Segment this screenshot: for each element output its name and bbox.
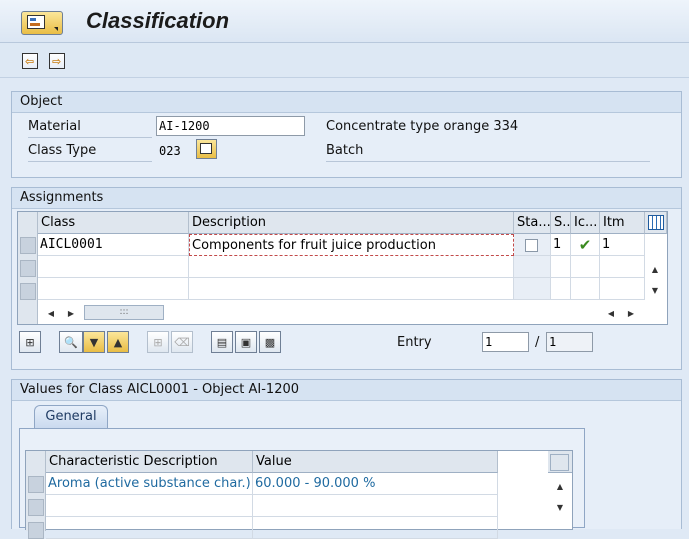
add-icon: ⊞ xyxy=(153,335,163,349)
row-selector[interactable] xyxy=(20,237,36,254)
horizontal-scrollbar-thumb[interactable]: ::: xyxy=(84,305,164,320)
column-header-characteristic[interactable]: Characteristic Description xyxy=(46,451,253,473)
page-title: Classification xyxy=(86,8,230,33)
table-row xyxy=(571,256,600,278)
entry-separator: / xyxy=(535,335,540,350)
delete-button[interactable]: ⌫ xyxy=(171,331,193,353)
table-settings-icon xyxy=(648,215,664,230)
table-row[interactable] xyxy=(38,256,189,278)
application-toolbar xyxy=(0,43,689,78)
table-row xyxy=(600,278,645,300)
scroll-right-icon[interactable]: ▶ xyxy=(64,306,78,320)
find-button[interactable]: 🔍 xyxy=(59,331,83,353)
class-type-description: Batch xyxy=(326,141,650,162)
class-type-label: Class Type xyxy=(28,141,152,162)
object-group-header: Object xyxy=(12,92,681,113)
cell-class[interactable]: AICL0001 xyxy=(38,234,189,256)
table-row[interactable] xyxy=(46,517,253,539)
system-menu-button[interactable] xyxy=(21,11,63,35)
column-header-icon[interactable]: Ic... xyxy=(571,212,600,234)
scroll-down-icon[interactable]: ▼ xyxy=(553,500,567,514)
previous-icon[interactable]: ⇦ xyxy=(22,53,38,69)
table-row xyxy=(571,278,600,300)
insert-row-button[interactable]: ⊞ xyxy=(19,331,41,353)
material-label: Material xyxy=(28,117,152,138)
column-header-value[interactable]: Value xyxy=(253,451,498,473)
table-settings-button[interactable] xyxy=(548,451,572,473)
scroll-up-icon[interactable]: ▲ xyxy=(553,479,567,493)
details-button[interactable]: ▩ xyxy=(259,331,281,353)
dropdown-arrow-icon xyxy=(54,27,58,31)
table-row[interactable] xyxy=(253,517,498,539)
cell-item: 1 xyxy=(600,234,645,256)
table-row xyxy=(514,256,551,278)
row-selector[interactable] xyxy=(20,283,36,300)
table-row xyxy=(551,278,571,300)
status-checkbox[interactable] xyxy=(525,239,538,252)
table-row xyxy=(514,278,551,300)
class-type-value: 023 xyxy=(159,144,181,158)
row-selector-column xyxy=(18,212,38,324)
column-header-status[interactable]: Sta... xyxy=(514,212,551,234)
cell-status xyxy=(514,234,551,256)
row-selector-column xyxy=(26,451,46,539)
entry-label: Entry xyxy=(397,335,432,350)
scroll-down-icon[interactable]: ▼ xyxy=(648,283,662,297)
menu-icon xyxy=(27,15,45,29)
entry-field[interactable] xyxy=(482,332,529,352)
entry-total-field xyxy=(546,332,593,352)
column-header-s[interactable]: S.. xyxy=(551,212,571,234)
table-row[interactable] xyxy=(189,256,514,278)
trash-icon: ⌫ xyxy=(174,335,190,349)
row-selector[interactable] xyxy=(28,499,44,516)
move-up-button[interactable]: ▲ xyxy=(107,331,129,353)
class-type-help-button[interactable] xyxy=(196,139,217,159)
table-row[interactable] xyxy=(38,278,189,300)
column-config-icon xyxy=(550,454,569,471)
tab-general[interactable]: General xyxy=(34,405,108,429)
checkmark-icon: ✔ xyxy=(571,234,600,256)
row-selector[interactable] xyxy=(20,260,36,277)
row-selector[interactable] xyxy=(28,522,44,539)
column-header-item[interactable]: Itm xyxy=(600,212,645,234)
material-description: Concentrate type orange 334 xyxy=(326,119,519,134)
select-all-icon: ▤ xyxy=(216,335,228,349)
table-row xyxy=(551,256,571,278)
assignments-table: Class Description Sta... S.. Ic... Itm A… xyxy=(17,211,668,325)
column-header-class[interactable]: Class xyxy=(38,212,189,234)
table-settings-button[interactable] xyxy=(645,212,667,234)
cell-value[interactable]: 60.000 - 90.000 % xyxy=(253,473,498,495)
column-header-description[interactable]: Description xyxy=(189,212,514,234)
cell-description[interactable]: Components for fruit juice production xyxy=(189,234,514,256)
triangle-down-icon: ▼ xyxy=(89,335,99,349)
table-row[interactable] xyxy=(46,495,253,517)
scroll-left-icon[interactable]: ◀ xyxy=(604,306,618,320)
cell-characteristic[interactable]: Aroma (active substance char.) xyxy=(46,473,253,495)
deselect-all-button[interactable]: ▣ xyxy=(235,331,257,353)
cell-s: 1 xyxy=(551,234,571,256)
values-group-header: Values for Class AICL0001 - Object AI-12… xyxy=(12,380,681,401)
details-icon: ▩ xyxy=(264,335,276,349)
move-down-button[interactable]: ▼ xyxy=(83,331,105,353)
scroll-right-icon[interactable]: ▶ xyxy=(624,306,638,320)
insert-row-icon: ⊞ xyxy=(25,335,35,349)
table-row[interactable] xyxy=(189,278,514,300)
value-list-icon xyxy=(200,143,212,154)
characteristics-table: Characteristic Description Value Aroma (… xyxy=(25,450,573,539)
material-field[interactable] xyxy=(156,116,305,136)
assignments-group-header: Assignments xyxy=(12,188,681,209)
deselect-all-icon: ▣ xyxy=(240,335,252,349)
select-all-button[interactable]: ▤ xyxy=(211,331,233,353)
row-selector[interactable] xyxy=(28,476,44,493)
scroll-up-icon[interactable]: ▲ xyxy=(648,262,662,276)
triangle-up-icon: ▲ xyxy=(113,335,123,349)
table-row[interactable] xyxy=(253,495,498,517)
table-row xyxy=(600,256,645,278)
add-entry-button[interactable]: ⊞ xyxy=(147,331,169,353)
search-icon: 🔍 xyxy=(64,335,78,349)
next-icon[interactable]: ⇨ xyxy=(49,53,65,69)
scroll-left-icon[interactable]: ◀ xyxy=(44,306,58,320)
